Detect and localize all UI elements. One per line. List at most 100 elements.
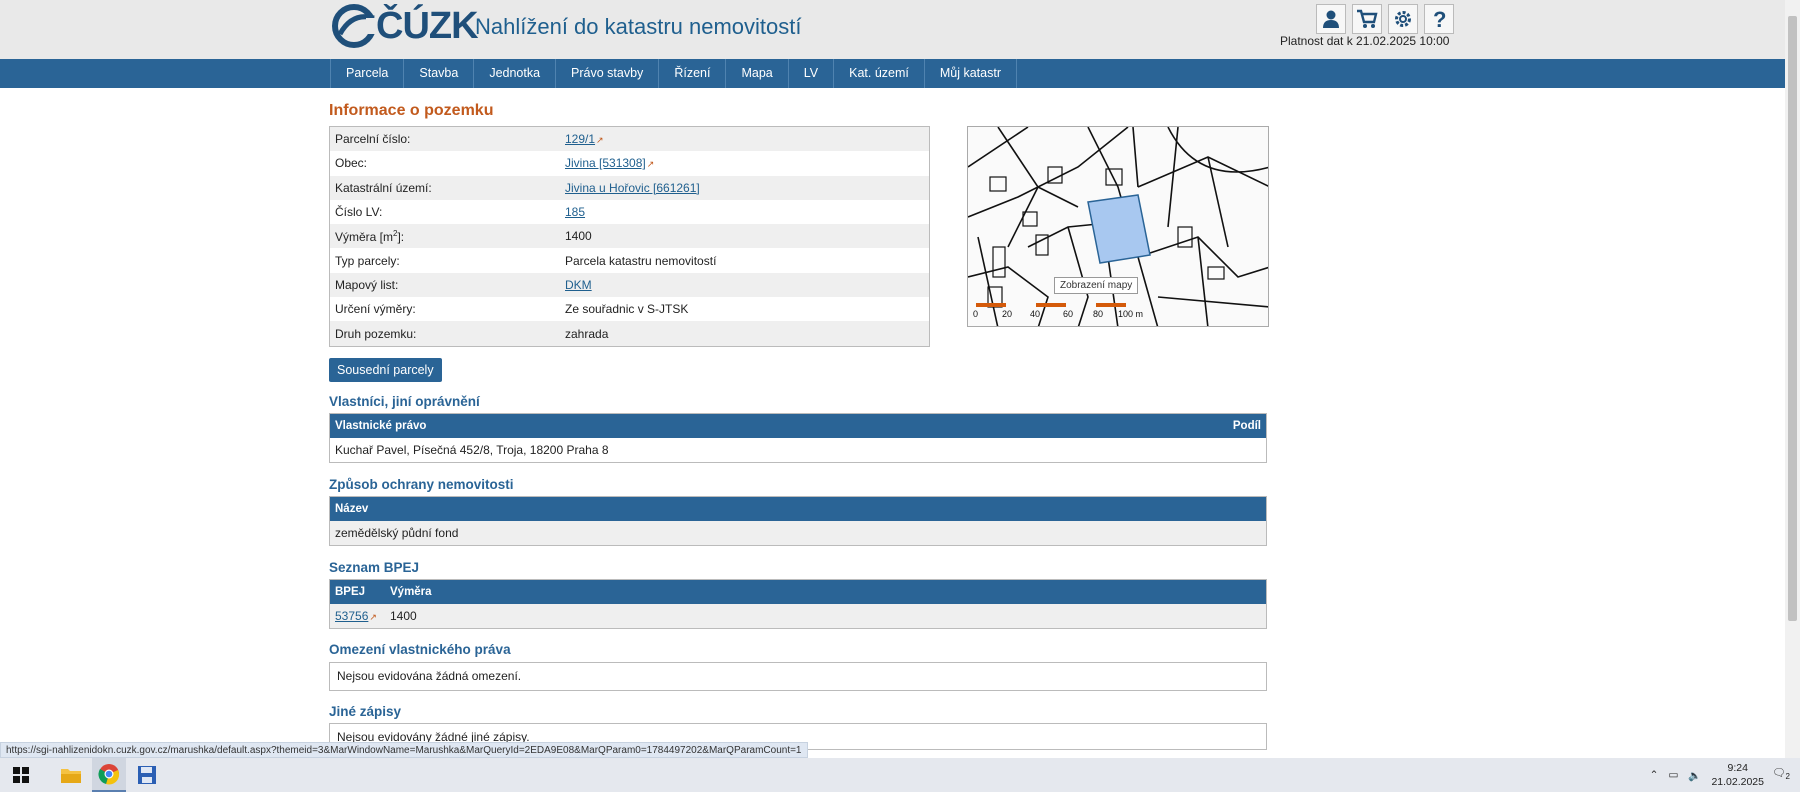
restrictions-title: Omezení vlastnického práva [329,642,511,657]
cadastral-map-icon: 0 20 40 60 80 100 m [968,127,1268,326]
nav-item-parcela[interactable]: Parcela [331,59,405,88]
help-button[interactable]: ? [1424,4,1454,34]
municipality-link[interactable]: Jivina [531308] [565,156,646,170]
taskbar-clock[interactable]: 9:24 21.02.2025 [1711,761,1764,789]
map-scale-label: 80 [1093,309,1103,319]
info-label: Výměra [m2]: [330,229,565,244]
map-scale-label: 20 [1002,309,1012,319]
info-label: Mapový list: [335,277,399,292]
col-bpej: BPEJ [335,586,366,598]
table-row: Kuchař Pavel, Písečná 452/8, Troja, 1820… [330,438,1266,462]
nav-item-mapa[interactable]: Mapa [726,59,789,88]
protection-title: Způsob ochrany nemovitosti [329,477,514,492]
bpej-code-link[interactable]: 53756 [335,609,368,623]
notification-count: 2 [1785,772,1790,782]
network-icon[interactable]: ▭ [1668,769,1678,781]
map-scale-label: 40 [1030,309,1040,319]
bpej-code-wrap: 53756↗ [335,609,390,623]
taskbar-app-save[interactable] [130,758,164,792]
area-label-text: Výměra [m [335,229,394,244]
speaker-icon[interactable]: 🔈 [1688,769,1701,782]
owners-table: Vlastnické právo Podíl Kuchař Pavel, Pís… [329,413,1267,463]
info-value: Ze souřadnic v S-JTSK [565,302,689,317]
cuzk-logo-icon [332,4,382,48]
clock-time: 9:24 [1727,762,1748,774]
table-row: Parcelní číslo: 129/1↗ [330,127,929,152]
parcel-number-link-wrap: 129/1↗ [565,132,604,146]
nav-item-rizeni[interactable]: Řízení [659,59,727,88]
table-row: Typ parcely: Parcela katastru nemovitost… [330,248,929,273]
settings-button[interactable] [1388,4,1418,34]
parcel-number-link[interactable]: 129/1 [565,132,595,146]
external-link-icon: ↗ [369,612,377,622]
owner-name: Kuchař Pavel, Písečná 452/8, Troja, 1820… [335,443,609,457]
system-tray: ⌃ ▭ 🔈 9:24 21.02.2025 🗨2 [1650,758,1800,792]
chevron-up-icon[interactable]: ⌃ [1650,769,1659,781]
col-name: Název [335,503,369,515]
svg-text:?: ? [1433,8,1446,30]
taskbar-explorer[interactable] [54,758,88,792]
page-scrollbar[interactable] [1785,0,1800,758]
cuzk-logo[interactable]: ČÚZK [330,4,479,48]
table-header: BPEJ Výměra [330,580,1266,604]
info-label: Typ parcely: [335,253,400,268]
map-scale-label: 100 m [1118,309,1143,319]
user-icon [1323,10,1339,28]
chrome-icon [98,764,120,785]
table-row: Určení výměry: Ze souřadnic v S-JTSK [330,297,929,322]
user-button[interactable] [1316,4,1346,34]
info-value: Parcela katastru nemovitostí [565,253,717,268]
map-sheet-link[interactable]: DKM [565,278,592,292]
col-ownership: Vlastnické právo [335,420,427,432]
windows-icon [13,767,29,783]
info-value: 1400 [565,229,592,244]
help-icon: ? [1433,8,1446,30]
page-title: Informace o pozemku [329,102,494,119]
info-label: Druh pozemku: [335,326,417,341]
lv-number-link[interactable]: 185 [565,205,585,219]
nav-item-jednotka[interactable]: Jednotka [474,59,557,88]
nav-item-lv[interactable]: LV [789,59,835,88]
external-link-icon: ↗ [596,135,604,146]
nav-item-pravo-stavby[interactable]: Právo stavby [556,59,660,88]
table-row: Mapový list: DKM [330,272,929,298]
table-header: Vlastnické právo Podíl [330,414,1266,438]
col-share: Podíl [1232,420,1261,432]
owners-title: Vlastníci, jiní oprávnění [329,394,480,409]
header-toolbar: ? [1316,4,1454,34]
start-button[interactable] [4,758,38,792]
taskbar-chrome[interactable] [92,758,126,792]
info-value: zahrada [565,326,609,341]
map-scale-label: 60 [1063,309,1073,319]
logo-text: ČÚZK [376,4,479,47]
table-row: 53756↗ 1400 [330,604,1266,628]
bpej-table: BPEJ Výměra 53756↗ 1400 [329,579,1267,629]
info-label: Parcelní číslo: [335,132,411,147]
nav-item-kat-uzemi[interactable]: Kat. území [834,59,925,88]
site-title[interactable]: Nahlížení do katastru nemovitostí [475,14,802,40]
map-tooltip: Zobrazení mapy [1054,277,1139,294]
cart-button[interactable] [1352,4,1382,34]
table-row: Katastrální území: Jivina u Hořovic [661… [330,175,929,200]
nav-item-muj-katastr[interactable]: Můj katastr [925,59,1017,88]
table-header: Název [330,497,1266,521]
municipality-link-wrap: Jivina [531308]↗ [565,156,654,170]
table-row: Výměra [m2]: 1400 [330,224,929,249]
notification-icon[interactable]: 🗨2 [1772,766,1790,781]
neighbour-parcels-button[interactable]: Sousední parcely [329,358,442,382]
parcel-map-preview[interactable]: 0 20 40 60 80 100 m Zobrazení mapy [967,126,1269,327]
area-label-end: ]: [397,229,405,244]
nav-item-stavba[interactable]: Stavba [404,59,475,88]
table-row: Číslo LV: 185 [330,199,929,225]
cadastral-area-link[interactable]: Jivina u Hořovic [661261] [565,181,700,195]
bpej-title: Seznam BPEJ [329,560,420,575]
scrollbar-thumb[interactable] [1788,16,1797,621]
map-scale-label: 0 [973,309,978,319]
table-row: Druh pozemku: zahrada [330,321,929,346]
gear-icon [1395,11,1411,27]
info-label: Určení výměry: [335,302,416,317]
other-records-title: Jiné zápisy [329,704,402,719]
main-nav: Parcela Stavba Jednotka Právo stavby Říz… [0,59,1785,88]
table-row: Obec: Jivina [531308]↗ [330,151,929,176]
parcel-info-table: Parcelní číslo: 129/1↗ Obec: Jivina [531… [329,126,930,347]
